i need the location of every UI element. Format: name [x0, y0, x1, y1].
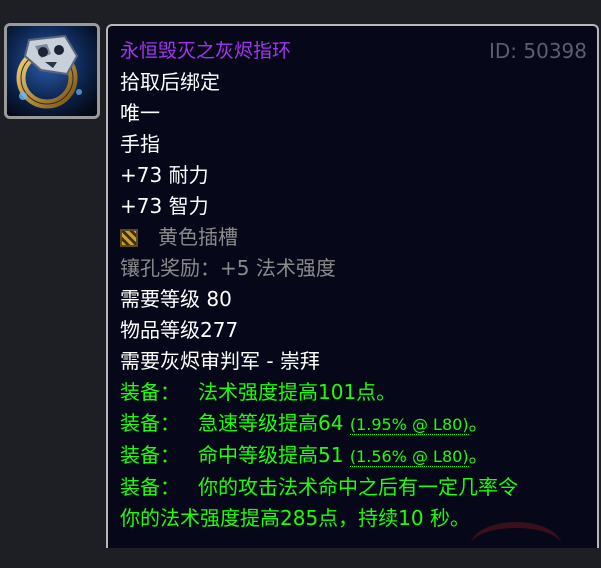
item-icon-frame [4, 23, 100, 119]
equip-proc: 装备： 你的攻击法术命中之后有一定几率令 [120, 472, 587, 503]
stat-stamina: +73 耐力 [120, 163, 209, 187]
haste-rating-tooltip[interactable]: (1.95% @ L80) [349, 415, 469, 435]
equip-hit: 装备： 命中等级提高51 (1.56% @ L80)。 [120, 440, 587, 472]
socket-line: 黄色插槽 [120, 222, 587, 253]
equip-text: 命中等级提高51 [198, 443, 344, 467]
equip-end-mark: 。 [468, 443, 489, 467]
item-tooltip: 永恒毁灭之灰烬指环 ID: 50398 拾取后绑定 唯一 手指 +73 耐力 +… [106, 24, 599, 548]
equip-label: 装备： [120, 380, 180, 404]
equip-spell-power: 装备： 法术强度提高101点。 [120, 377, 587, 408]
item-slot: 手指 [120, 132, 160, 156]
yellow-socket-icon [120, 228, 138, 247]
bind-type: 拾取后绑定 [120, 70, 220, 94]
socket-bonus: 镶孔奖励：+5 法术强度 [120, 256, 336, 280]
equip-haste: 装备： 急速等级提高64 (1.95% @ L80)。 [120, 408, 587, 440]
equip-label: 装备： [120, 475, 180, 499]
equip-text: 你的攻击法术命中之后有一定几率令 [198, 475, 518, 499]
required-level: 需要等级 80 [120, 287, 232, 311]
equip-text: 急速等级提高64 [198, 411, 344, 435]
item-level: 物品等级277 [120, 318, 239, 342]
unique-flag: 唯一 [120, 101, 160, 125]
watermark-decoration [471, 522, 561, 568]
ring-icon [7, 26, 97, 116]
equip-text: 法术强度提高101点。 [198, 380, 397, 404]
item-id: ID: 50398 [488, 39, 587, 63]
socket-label: 黄色插槽 [158, 225, 238, 249]
stat-intellect: +73 智力 [120, 194, 209, 218]
hit-rating-tooltip[interactable]: (1.56% @ L80) [349, 447, 469, 467]
required-reputation: 需要灰烬审判军 - 崇拜 [120, 349, 320, 373]
item-name[interactable]: 永恒毁灭之灰烬指环 [120, 36, 291, 67]
equip-label: 装备： [120, 443, 180, 467]
equip-label: 装备： [120, 411, 180, 435]
tooltip-header: 永恒毁灭之灰烬指环 ID: 50398 [120, 36, 587, 67]
equip-end-mark: 。 [468, 411, 489, 435]
